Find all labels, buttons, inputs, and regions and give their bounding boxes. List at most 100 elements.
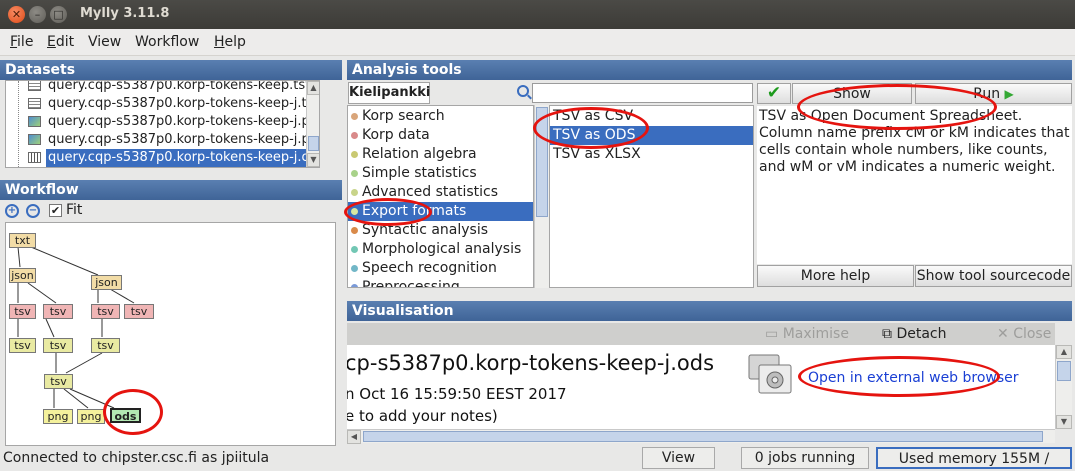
scroll-up-icon[interactable]: ▲ xyxy=(307,81,319,95)
memory-usage-status: Used memory 155M / 800M xyxy=(876,447,1072,469)
category-item[interactable]: Preprocessing xyxy=(348,278,533,288)
window-title: Mylly 3.11.8 xyxy=(80,6,170,21)
category-dot-icon xyxy=(351,227,358,234)
window-maximize-button[interactable]: □ xyxy=(50,6,67,23)
scroll-thumb[interactable] xyxy=(308,136,319,151)
category-item[interactable]: Korp search xyxy=(348,107,533,126)
close-button[interactable]: ✕ Close xyxy=(997,325,1051,343)
category-dot-icon xyxy=(351,246,358,253)
menu-help-label: elp xyxy=(224,34,246,50)
category-item[interactable]: Export formats xyxy=(348,202,533,221)
tool-item[interactable]: TSV as XLSX xyxy=(550,145,753,164)
zoom-in-icon[interactable]: + xyxy=(5,204,19,218)
menu-view[interactable]: View xyxy=(88,34,121,50)
menubar: File Edit View Workflow Help xyxy=(0,29,1075,56)
dataset-row[interactable]: query.cqp-s5387p0.korp-tokens-keep.tsv xyxy=(6,80,319,95)
spreadsheet-document-icon xyxy=(748,354,792,394)
workflow-node-tsv[interactable]: tsv xyxy=(43,338,73,353)
workflow-canvas[interactable]: txt json json tsv tsv tsv tsv tsv tsv ts… xyxy=(5,222,336,446)
menu-file[interactable]: File xyxy=(10,34,33,50)
tool-item[interactable]: TSV as CSV xyxy=(550,107,753,126)
scroll-left-icon[interactable]: ◀ xyxy=(347,430,361,444)
dataset-row[interactable]: query.cqp-s5387p0.korp-tokens-keep-j.png xyxy=(6,131,319,149)
checkmark-icon[interactable]: ✔ xyxy=(757,83,791,104)
connection-status: Connected to chipster.csc.fi as jpiitula xyxy=(3,450,270,466)
category-label: Speech recognition xyxy=(362,260,497,276)
maximise-button[interactable]: ▭ Maximise xyxy=(765,325,849,343)
show-tool-sourcecode-button[interactable]: Show tool sourcecode xyxy=(915,265,1072,287)
view-jobs-button[interactable]: View jobs xyxy=(642,447,715,471)
workflow-node-ods[interactable]: ods xyxy=(110,408,141,423)
category-label: Morphological analysis xyxy=(362,241,522,257)
dataset-row[interactable]: query.cqp-s5387p0.korp-tokens-keep-j.tsv xyxy=(6,95,320,113)
workflow-node-json[interactable]: json xyxy=(91,275,122,290)
scroll-up-icon[interactable]: ▲ xyxy=(1056,345,1072,359)
detach-button[interactable]: ⧉ Detach xyxy=(882,325,947,343)
category-item[interactable]: Relation algebra xyxy=(348,145,533,164)
zoom-out-icon[interactable]: − xyxy=(26,204,40,218)
workflow-node-tsv[interactable]: tsv xyxy=(43,304,73,319)
workflow-node-png[interactable]: png xyxy=(43,409,73,424)
workflow-node-tsv[interactable]: tsv xyxy=(9,338,36,353)
visualisation-vscrollbar[interactable]: ▲ ▼ xyxy=(1055,345,1072,429)
scroll-down-icon[interactable]: ▼ xyxy=(307,153,319,167)
fit-checkbox[interactable]: ✔ xyxy=(49,204,62,217)
datasets-scrollbar[interactable]: ▲ ▼ xyxy=(306,81,319,167)
workflow-node-json[interactable]: json xyxy=(9,268,36,283)
tsv-file-icon xyxy=(28,81,41,91)
scroll-down-icon[interactable]: ▼ xyxy=(1056,415,1072,429)
dataset-notes[interactable]: e to add your notes) xyxy=(347,407,498,425)
workflow-node-tsv[interactable]: tsv xyxy=(44,374,73,389)
workflow-toolbar: + − ✔ Fit xyxy=(0,200,342,222)
open-in-browser-link[interactable]: Open in external web browser xyxy=(808,370,1019,386)
tool-description: TSV as Open Document Spreadsheet. Column… xyxy=(757,106,1072,264)
category-dot-icon xyxy=(351,265,358,272)
dataset-name: query.cqp-s5387p0.korp-tokens-keep-j.png xyxy=(48,114,320,129)
analysis-tools-header: Analysis tools xyxy=(347,60,1072,80)
menu-edit[interactable]: Edit xyxy=(47,34,74,50)
tool-item[interactable]: TSV as ODS xyxy=(550,126,753,145)
category-label: Relation algebra xyxy=(362,146,477,162)
workflow-node-tsv[interactable]: tsv xyxy=(91,304,120,319)
category-item[interactable]: Syntactic analysis xyxy=(348,221,533,240)
more-help-button[interactable]: More help xyxy=(757,265,914,287)
window-titlebar: ✕ – □ Mylly 3.11.8 xyxy=(0,0,1075,29)
category-item[interactable]: Korp data xyxy=(348,126,533,145)
workflow-node-tsv[interactable]: tsv xyxy=(91,338,120,353)
dataset-name: query.cqp-s5387p0.korp-tokens-keep.tsv xyxy=(48,80,313,93)
window-minimize-button[interactable]: – xyxy=(29,6,46,23)
workflow-node-tsv[interactable]: tsv xyxy=(9,304,36,319)
category-item[interactable]: Simple statistics xyxy=(348,164,533,183)
png-file-icon xyxy=(28,116,41,127)
scroll-thumb[interactable] xyxy=(1057,361,1071,381)
category-label: Preprocessing xyxy=(362,279,460,288)
run-button[interactable]: Run ▶ xyxy=(915,83,1072,104)
window-close-button[interactable]: ✕ xyxy=(8,6,25,23)
dataset-row[interactable]: query.cqp-s5387p0.korp-tokens-keep-j.ods xyxy=(6,149,319,167)
tab-kielipankki[interactable]: Kielipankki xyxy=(348,82,430,104)
category-label: Advanced statistics xyxy=(362,184,499,200)
category-scrollbar[interactable] xyxy=(534,105,549,288)
workflow-node-tsv[interactable]: tsv xyxy=(124,304,154,319)
category-dot-icon xyxy=(351,284,358,287)
scroll-thumb[interactable] xyxy=(536,107,548,217)
workflow-node-txt[interactable]: txt xyxy=(9,233,36,248)
jobs-running-status: 0 jobs running xyxy=(741,447,869,469)
dataset-name: query.cqp-s5387p0.korp-tokens-keep-j.tsv xyxy=(48,96,320,111)
menu-workflow[interactable]: Workflow xyxy=(135,34,199,50)
tool-search-input[interactable] xyxy=(532,83,753,103)
category-item[interactable]: Speech recognition xyxy=(348,259,533,278)
visualisation-content: cp-s5387p0.korp-tokens-keep-j.ods n Oct … xyxy=(347,345,1055,429)
category-label: Korp data xyxy=(362,127,430,143)
scroll-thumb[interactable] xyxy=(363,431,1043,442)
workflow-node-png[interactable]: png xyxy=(77,409,105,424)
category-item[interactable]: Morphological analysis xyxy=(348,240,533,259)
menu-help[interactable]: Help xyxy=(214,34,246,50)
show-parameters-button[interactable]: Show parameters xyxy=(792,83,912,122)
dataset-row[interactable]: query.cqp-s5387p0.korp-tokens-keep-j.png xyxy=(6,113,320,131)
visualisation-hscrollbar[interactable]: ◀ xyxy=(347,429,1055,444)
category-item[interactable]: Advanced statistics xyxy=(348,183,533,202)
search-icon xyxy=(517,85,529,97)
category-list: Korp search Korp data Relation algebra Simp… xyxy=(347,105,534,288)
category-label: Simple statistics xyxy=(362,165,477,181)
